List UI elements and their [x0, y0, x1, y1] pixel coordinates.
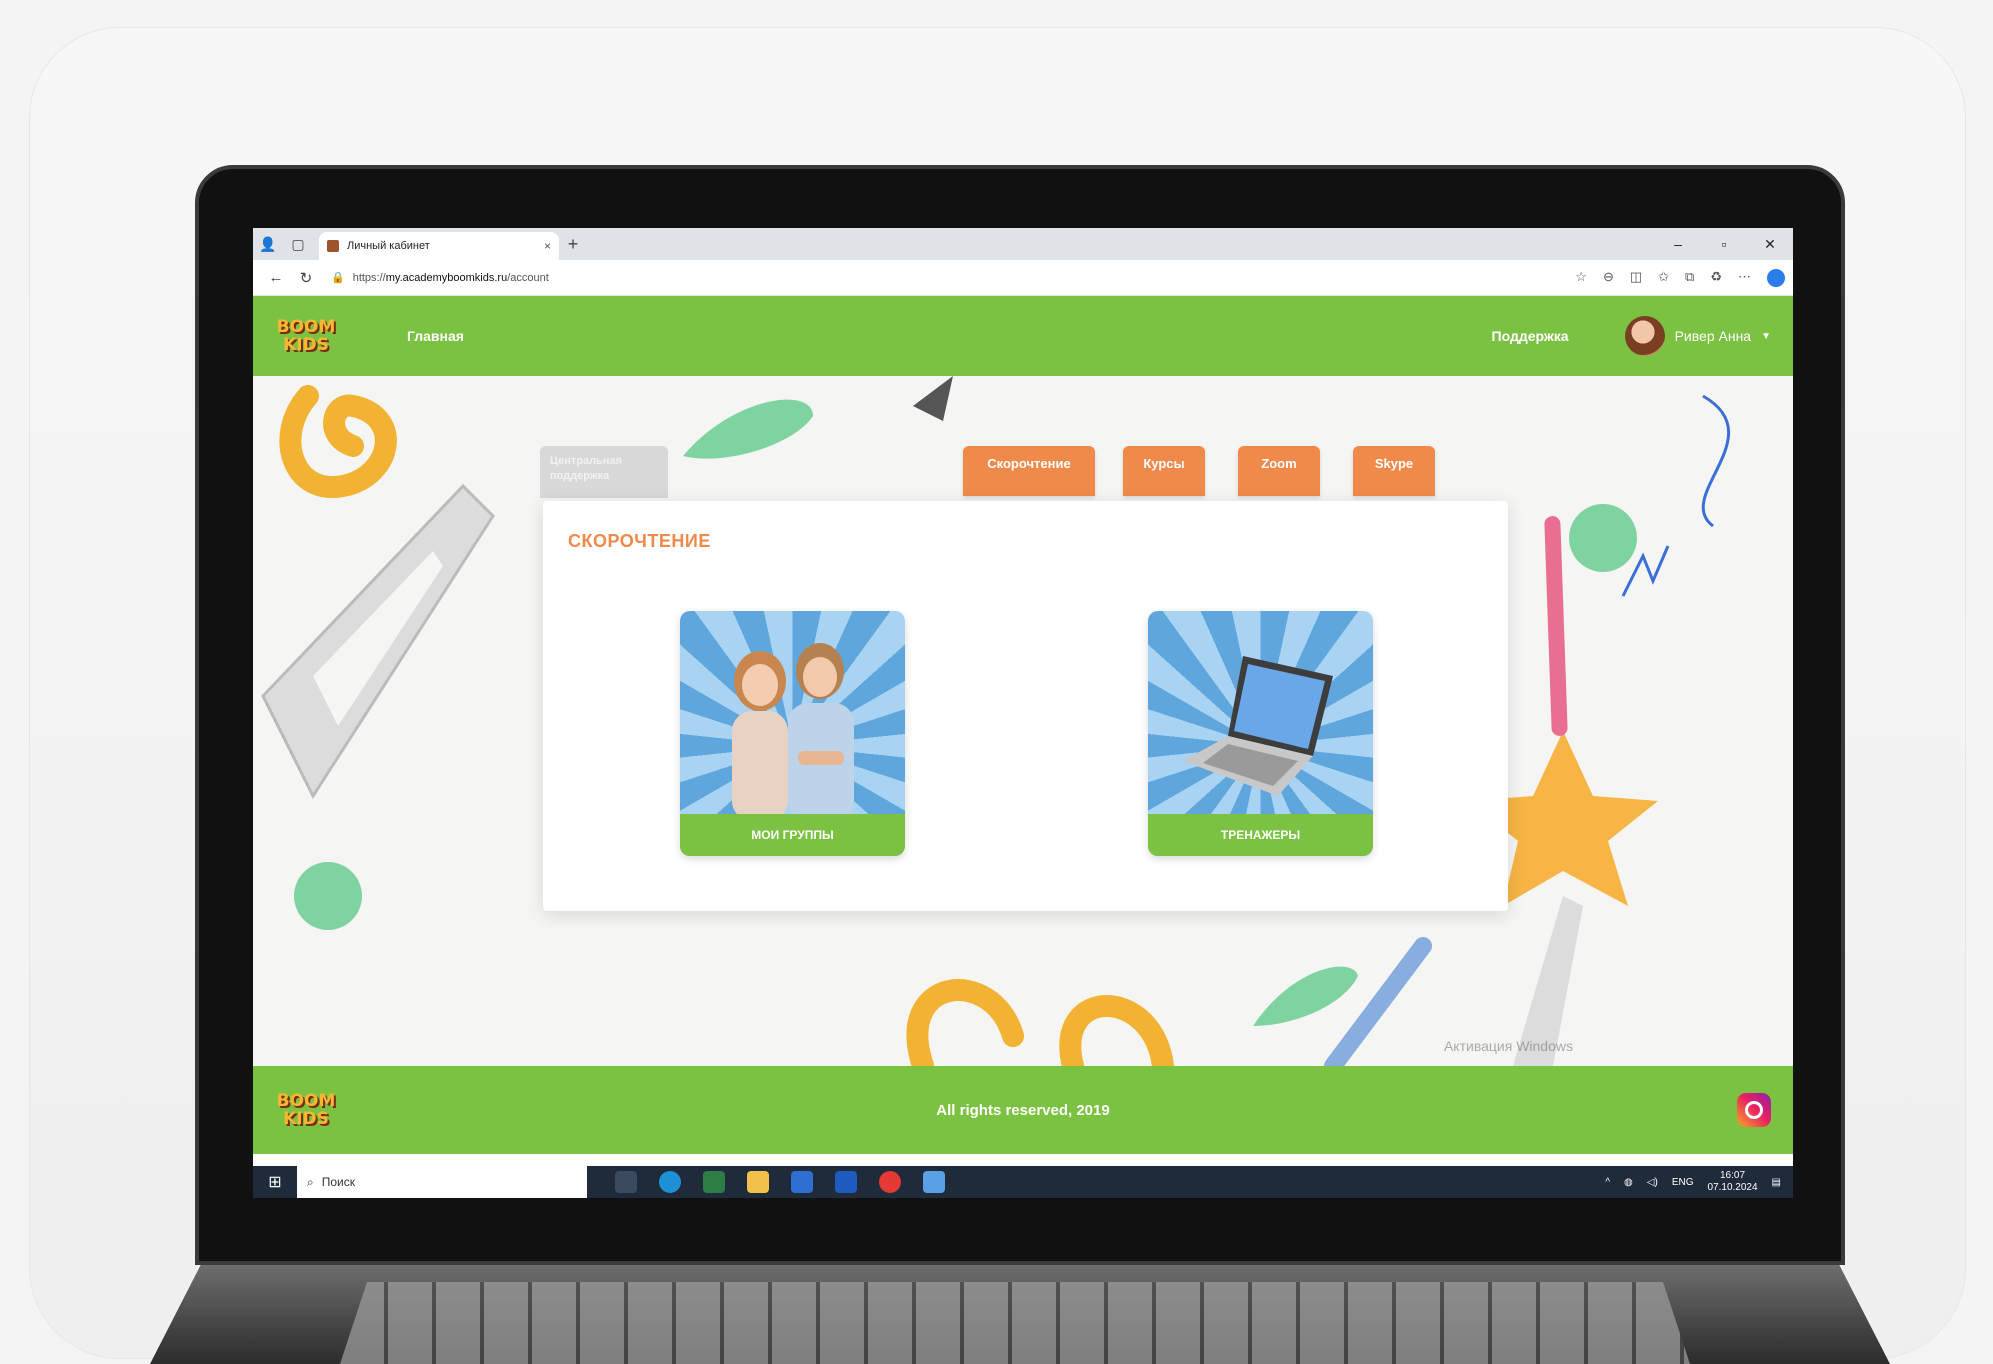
yandex-browser-icon[interactable]	[879, 1171, 901, 1193]
trainers-label: ТРЕНАЖЕРЫ	[1148, 814, 1373, 856]
website: BOOM KIDS Главная Поддержка Ривер Анна ▼	[253, 296, 1793, 1166]
laptop-illustration	[1183, 656, 1333, 796]
file-explorer-icon[interactable]	[747, 1171, 769, 1193]
search-icon: ⌕	[307, 1174, 314, 1189]
edge-profile-icon[interactable]	[1767, 268, 1785, 287]
notifications-icon[interactable]: ▤	[1772, 1177, 1781, 1188]
favorites-icon[interactable]: ✩	[1658, 269, 1669, 287]
site-footer: BOOM KIDS All rights reserved, 2019	[253, 1066, 1793, 1154]
profile-icon[interactable]: 👤	[253, 228, 283, 260]
address-bar-row: ← ↻ 🔒 https://my.academyboomkids.ru/acco…	[253, 260, 1793, 296]
extension-icon[interactable]: ⊖	[1603, 269, 1614, 287]
kids-illustration	[732, 643, 854, 821]
url-field[interactable]: 🔒 https://my.academyboomkids.ru/account	[331, 271, 1575, 285]
trainers-tile[interactable]: ТРЕНАЖЕРЫ	[1148, 611, 1373, 856]
user-name: Ривер Анна	[1674, 328, 1752, 344]
site-favicon-icon	[327, 240, 339, 252]
volume-icon[interactable]: ◁)	[1647, 1177, 1658, 1188]
window-controls: – ▫ ✕	[1655, 236, 1793, 253]
new-tab-button[interactable]: +	[559, 234, 587, 255]
favorite-star-icon[interactable]: ☆	[1575, 269, 1587, 287]
panel-title: СКОРОЧТЕНИЕ	[568, 531, 711, 551]
back-arrow-icon[interactable]: ←	[261, 269, 291, 286]
logo-line-1: BOOM	[276, 317, 336, 337]
user-menu[interactable]: Ривер Анна ▼	[1624, 316, 1771, 356]
nav-link-home[interactable]: Главная	[407, 328, 464, 344]
copilot-icon[interactable]: ♻	[1710, 269, 1722, 287]
browser-tab[interactable]: Личный кабинет ×	[319, 232, 559, 260]
tray-chevron-up-icon[interactable]: ^	[1605, 1177, 1610, 1188]
url-scheme: https://	[352, 271, 386, 284]
instagram-icon[interactable]	[1737, 1093, 1771, 1127]
copyright-text: All rights reserved, 2019	[936, 1101, 1110, 1119]
keyboard-language[interactable]: ENG	[1672, 1177, 1694, 1188]
taskbar-search-placeholder: Поиск	[321, 1175, 355, 1189]
main-content: Центральная поддержка Скорочтение Курсы …	[253, 376, 1793, 1066]
browser-toolbar: ☆ ⊖ ◫ ✩ ⧉ ♻ ⋯	[1575, 268, 1785, 287]
browser-tabstrip: 👤 ▢ Личный кабинет × + – ▫ ✕	[253, 228, 1793, 260]
nav-link-support[interactable]: Поддержка	[1492, 328, 1569, 344]
mail-icon[interactable]	[791, 1171, 813, 1193]
tab-actions-icon[interactable]: ▢	[283, 228, 313, 260]
store-icon[interactable]	[703, 1171, 725, 1193]
maximize-button[interactable]: ▫	[1701, 236, 1747, 253]
my-groups-tile[interactable]: МОИ ГРУППЫ	[680, 611, 905, 856]
system-tray: ^ ◍ ◁) ENG 16:07 07.10.2024 ▤	[1605, 1170, 1793, 1194]
collections-icon[interactable]: ⧉	[1685, 269, 1694, 287]
tab-zoom[interactable]: Zoom	[1238, 446, 1320, 496]
task-view-icon[interactable]	[615, 1171, 637, 1193]
logo-line-2: KIDS	[283, 335, 329, 355]
avatar	[1624, 316, 1665, 356]
tab-courses[interactable]: Курсы	[1123, 446, 1205, 496]
edge-browser-icon[interactable]	[659, 1171, 681, 1193]
windows-taskbar: ⊞ ⌕ Поиск ^ ◍ ◁) ENG 16:07 07.10.2024 ▤	[253, 1166, 1793, 1198]
url-path: /account	[507, 271, 549, 284]
split-screen-icon[interactable]: ◫	[1630, 269, 1642, 287]
section-tabs: Центральная поддержка Скорочтение Курсы …	[253, 446, 1793, 502]
taskbar-search[interactable]: ⌕ Поиск	[297, 1166, 587, 1198]
site-header: BOOM KIDS Главная Поддержка Ривер Анна ▼	[253, 296, 1793, 376]
close-window-button[interactable]: ✕	[1747, 236, 1793, 253]
tab-title: Личный кабинет	[347, 240, 430, 252]
clock-time: 16:07	[1720, 1170, 1746, 1181]
tab-central-support[interactable]: Центральная поддержка	[540, 446, 668, 498]
chevron-down-icon: ▼	[1761, 330, 1771, 342]
windows-activation-watermark: Активация Windows	[1443, 1038, 1573, 1054]
word-icon[interactable]	[835, 1171, 857, 1193]
lock-icon: 🔒	[331, 272, 345, 284]
tab-close-icon[interactable]: ×	[544, 239, 551, 253]
laptop-keyboard	[340, 1282, 1690, 1364]
clock-date: 07.10.2024	[1707, 1182, 1758, 1193]
minimize-button[interactable]: –	[1655, 236, 1701, 253]
url-host: my.academyboomkids.ru	[385, 271, 508, 284]
tab-speed-reading[interactable]: Скорочтение	[963, 446, 1095, 496]
speed-reading-panel: СКОРОЧТЕНИЕ МОИ ГРУППЫ ТРЕНАЖЕРЫ	[543, 501, 1508, 911]
refresh-icon[interactable]: ↻	[291, 269, 321, 287]
laptop-screen: 👤 ▢ Личный кабинет × + – ▫ ✕ ← ↻ 🔒 https…	[253, 228, 1793, 1198]
tab-skype[interactable]: Skype	[1353, 446, 1435, 496]
telegram-icon[interactable]	[923, 1171, 945, 1193]
windows-start-icon[interactable]: ⊞	[253, 1172, 297, 1192]
taskbar-apps	[615, 1171, 945, 1193]
my-groups-label: МОИ ГРУППЫ	[680, 814, 905, 856]
boomkids-logo[interactable]: BOOM KIDS	[275, 305, 337, 367]
clock[interactable]: 16:07 07.10.2024	[1707, 1170, 1757, 1194]
more-menu-icon[interactable]: ⋯	[1738, 269, 1751, 287]
network-icon[interactable]: ◍	[1624, 1177, 1633, 1188]
